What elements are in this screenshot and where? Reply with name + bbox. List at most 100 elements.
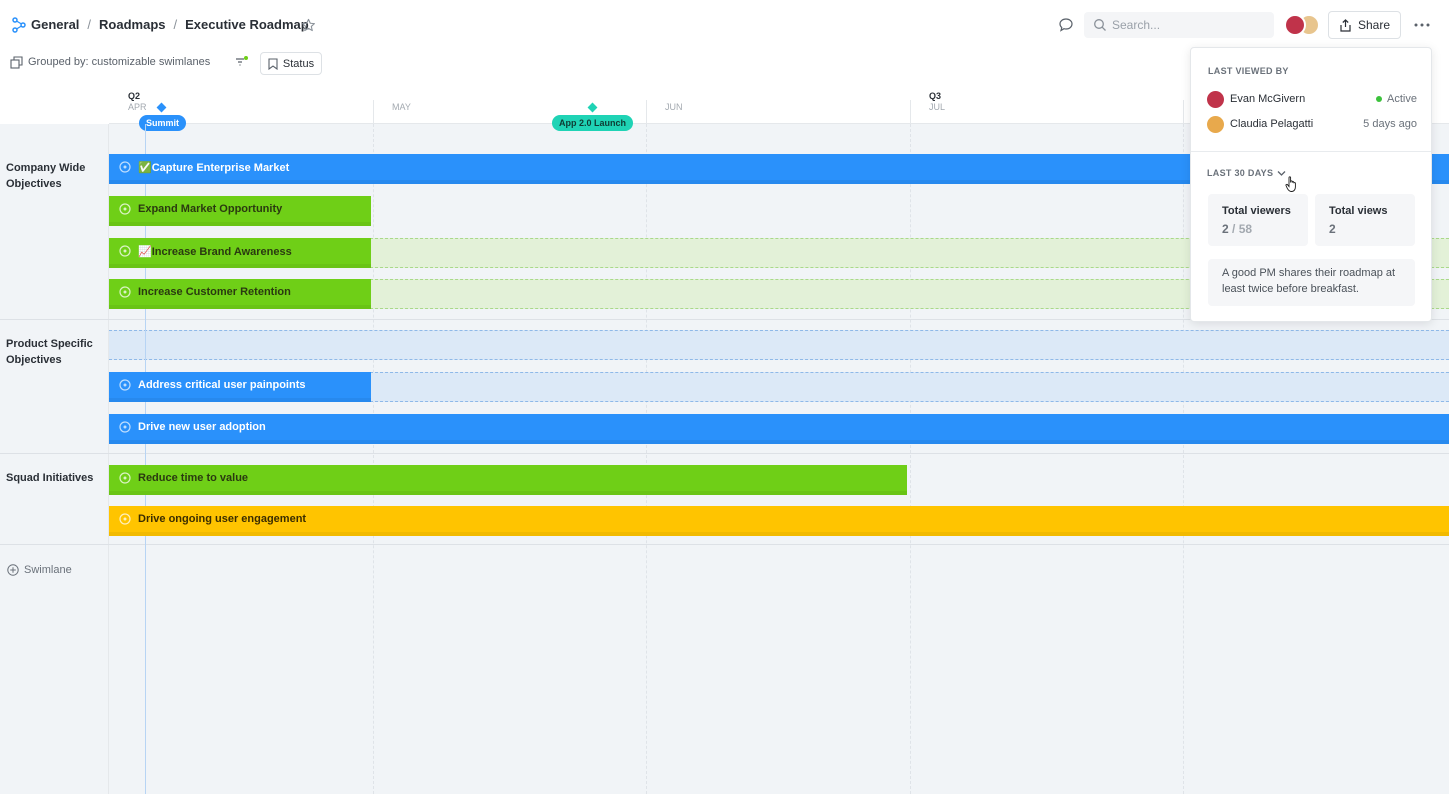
total-viewers-card: Total viewers 2 / 58 <box>1208 194 1308 246</box>
viewer-row: Evan McGivern Active <box>1207 89 1417 109</box>
viewers-popover: LAST VIEWED BY Evan McGivern Active Clau… <box>1190 47 1432 322</box>
breadcrumb-separator: / <box>173 17 178 32</box>
quarter-label: Q3 <box>929 91 942 101</box>
add-swimlane-label: Swimlane <box>24 564 72 576</box>
breadcrumb-roadmaps[interactable]: Roadmaps <box>99 17 165 32</box>
bar-ghost-extension <box>370 372 1449 402</box>
grouping-icon[interactable] <box>10 56 23 69</box>
total-views-card: Total views 2 <box>1315 194 1415 246</box>
roadmap-bar[interactable]: Expand Market Opportunity <box>109 196 371 226</box>
month-divider <box>910 100 911 124</box>
share-icon <box>1340 18 1351 32</box>
total-views-value: 2 <box>1329 222 1336 236</box>
add-circle-icon[interactable] <box>119 245 131 257</box>
roadmap-bar[interactable]: Drive ongoing user engagement <box>109 506 1449 536</box>
grid-line <box>910 124 911 794</box>
add-circle-icon[interactable] <box>119 379 131 391</box>
avatar <box>1207 115 1224 133</box>
month-label: MAY <box>392 102 411 112</box>
search-input[interactable] <box>1112 15 1267 35</box>
viewer-name: Claudia Pelagatti <box>1230 118 1314 130</box>
add-circle-icon[interactable] <box>119 161 131 173</box>
total-viewers-value: 2 / 58 <box>1222 222 1252 236</box>
viewer-status-text: 5 days ago <box>1363 118 1417 130</box>
grid-line <box>646 124 647 794</box>
bar-label: Address critical user painpoints <box>138 379 306 391</box>
bookmark-icon <box>268 57 278 70</box>
bar-label: 📈Increase Brand Awareness <box>138 245 292 258</box>
swimlane-company-wide[interactable]: Company Wide Objectives <box>6 160 106 192</box>
roadmap-bar[interactable]: Increase Customer Retention <box>109 279 371 309</box>
total-viewers-denominator: / 58 <box>1232 222 1253 236</box>
share-button[interactable]: Share <box>1328 11 1401 39</box>
lane-separator <box>0 544 1449 545</box>
star-icon[interactable] <box>301 18 316 33</box>
search-box[interactable] <box>1084 12 1274 38</box>
tip-card: A good PM shares their roadmap at least … <box>1208 259 1415 306</box>
top-header: General / Roadmaps / Executive Roadmap S… <box>0 0 1449 50</box>
milestone-summit[interactable]: Summit <box>139 115 187 131</box>
avatar <box>1284 14 1306 36</box>
comment-icon[interactable] <box>1058 17 1074 33</box>
bar-label: Expand Market Opportunity <box>138 203 283 215</box>
grid-line <box>373 124 374 794</box>
add-circle-icon[interactable] <box>119 513 131 525</box>
add-circle-icon[interactable] <box>119 421 131 433</box>
breadcrumb-separator: / <box>87 17 92 32</box>
breadcrumb: General / Roadmaps / Executive Roadmap <box>31 17 309 32</box>
roadmap-app-icon[interactable] <box>12 17 26 33</box>
add-circle-icon[interactable] <box>119 203 131 215</box>
bar-label: Increase Customer Retention <box>138 286 291 298</box>
swimlane-product-specific[interactable]: Product Specific Objectives <box>6 336 106 368</box>
viewer-avatars[interactable] <box>1284 14 1324 36</box>
month-divider <box>646 100 647 124</box>
lane-separator <box>0 453 1449 454</box>
roadmap-bar[interactable]: 📈Increase Brand Awareness <box>109 238 371 268</box>
total-viewers-label: Total viewers <box>1222 205 1291 217</box>
bar-ghost-extension <box>109 330 1449 360</box>
bar-label: Drive new user adoption <box>138 421 266 433</box>
total-views-label: Total views <box>1329 205 1388 217</box>
add-swimlane-button[interactable]: Swimlane <box>7 564 72 576</box>
add-circle-icon[interactable] <box>119 286 131 298</box>
viewer-row: Claudia Pelagatti 5 days ago <box>1207 114 1417 134</box>
swimlane-labels: Company Wide Objectives Product Specific… <box>0 124 109 794</box>
grid-line <box>1183 124 1184 794</box>
month-divider <box>1183 100 1184 124</box>
popover-title: LAST VIEWED BY <box>1208 66 1289 76</box>
page-title[interactable]: Executive Roadmap <box>185 17 309 32</box>
milestone-app-launch[interactable]: App 2.0 Launch <box>552 115 634 131</box>
roadmap-bar[interactable]: Drive new user adoption <box>109 414 1449 444</box>
month-label: APR <box>128 102 147 112</box>
roadmap-bar[interactable]: Address critical user painpoints <box>109 372 371 402</box>
swimlane-squad-initiatives[interactable]: Squad Initiatives <box>6 470 106 486</box>
viewer-status: Active <box>1376 93 1417 105</box>
bar-label: ✅Capture Enterprise Market <box>138 161 290 174</box>
grouped-by-label[interactable]: Grouped by: customizable swimlanes <box>28 56 210 68</box>
filter-icon[interactable] <box>235 55 249 69</box>
popover-divider <box>1191 151 1431 152</box>
more-options-icon[interactable] <box>1413 18 1431 32</box>
month-label: JUL <box>929 102 946 112</box>
plus-circle-icon <box>7 564 19 576</box>
month-divider <box>373 100 374 124</box>
viewer-name: Evan McGivern <box>1230 93 1306 105</box>
viewer-status: 5 days ago <box>1363 118 1417 130</box>
status-button[interactable]: Status <box>260 52 322 75</box>
date-range-dropdown[interactable]: LAST 30 DAYS <box>1207 168 1286 178</box>
bar-label: Reduce time to value <box>138 472 249 484</box>
share-label: Share <box>1357 18 1391 32</box>
avatar <box>1207 90 1224 108</box>
month-label: JUN <box>665 102 683 112</box>
status-label: Status <box>282 57 315 70</box>
quarter-label: Q2 <box>128 91 141 101</box>
add-circle-icon[interactable] <box>119 472 131 484</box>
date-range-label: LAST 30 DAYS <box>1207 168 1274 178</box>
search-icon <box>1094 19 1106 31</box>
roadmap-bar[interactable]: Reduce time to value <box>109 465 907 495</box>
total-viewers-count: 2 <box>1222 222 1229 236</box>
hand-cursor-icon <box>1285 176 1296 192</box>
bar-label: Drive ongoing user engagement <box>138 513 307 525</box>
active-status-dot <box>1376 96 1383 102</box>
breadcrumb-general[interactable]: General <box>31 17 79 32</box>
